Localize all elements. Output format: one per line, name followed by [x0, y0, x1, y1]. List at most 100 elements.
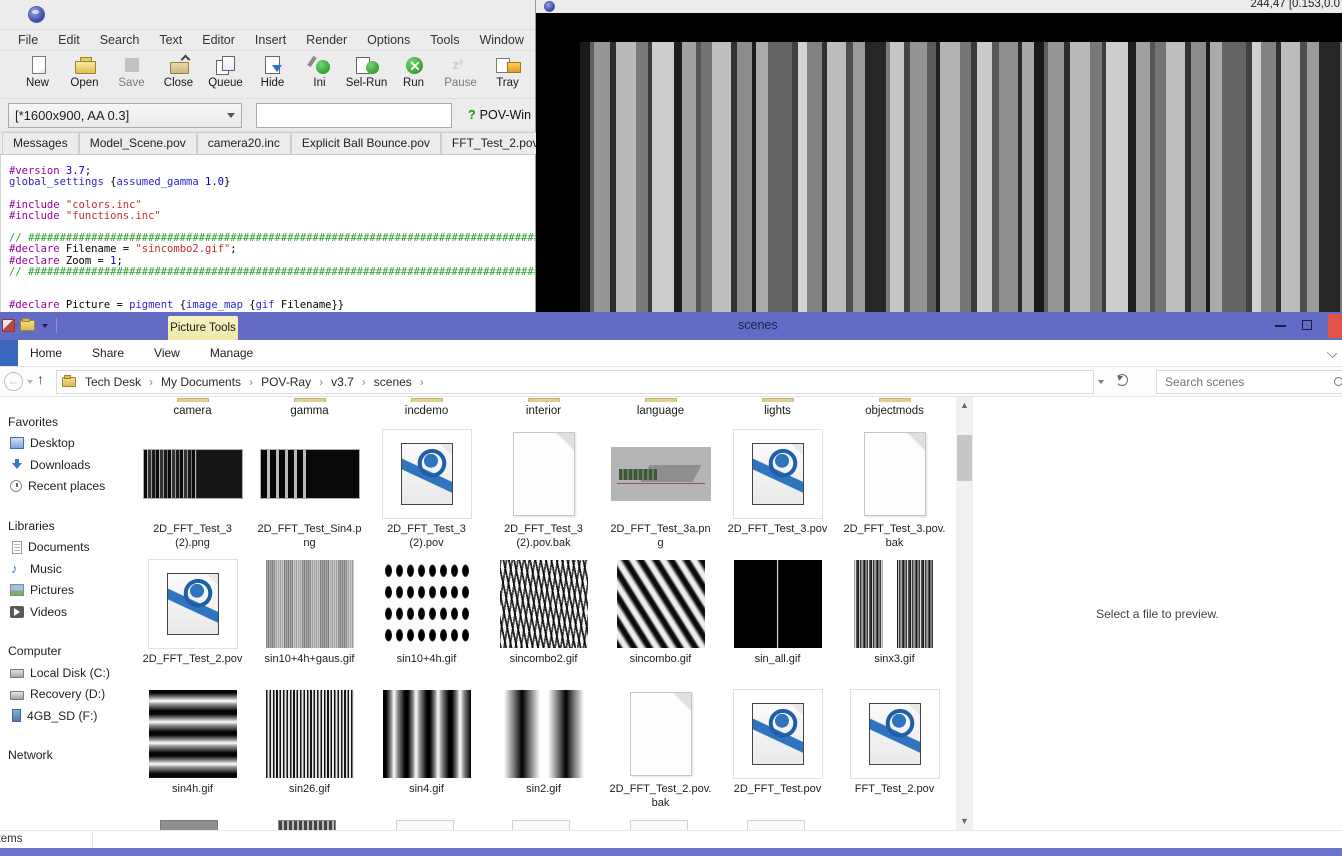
menu-item[interactable]: Window [469, 33, 533, 47]
sidebar-item[interactable]: Favorites [0, 411, 120, 433]
toolbar-button[interactable]: Queue [202, 53, 249, 89]
toolbar-button[interactable]: Tray [484, 53, 531, 89]
file-item[interactable]: sin10+4h+gaus.gif [251, 557, 368, 687]
breadcrumb-item[interactable]: My Documents [159, 375, 259, 389]
toolbar-button[interactable]: Pause [437, 53, 484, 89]
folder-item[interactable]: language [602, 397, 719, 417]
sidebar-item[interactable]: 4GB_SD (F:) [0, 705, 120, 727]
editor-code[interactable]: #version 3.7;global_settings {assumed_ga… [1, 155, 535, 312]
resolution-dropdown[interactable]: [*1600x900, AA 0.3] [8, 103, 242, 128]
file-item[interactable]: FFT_Test_2.pov [836, 687, 953, 817]
close-button[interactable] [1328, 314, 1342, 338]
breadcrumb-item[interactable]: POV-Ray [259, 375, 329, 389]
quick-access-folder-icon[interactable] [20, 320, 35, 331]
editor-tab[interactable]: camera20.inc [197, 132, 291, 154]
toolbar-button[interactable]: Hide [249, 53, 296, 89]
sidebar-item[interactable]: Network [0, 745, 120, 767]
history-chevron-icon[interactable] [27, 380, 33, 387]
minimize-button[interactable] [1275, 325, 1286, 327]
file-item[interactable]: sinx3.gif [836, 557, 953, 687]
toolbar-button[interactable]: New [14, 53, 61, 89]
menu-item[interactable]: Text [149, 33, 192, 47]
file-item[interactable]: 2D_FFT_Test_3 (2).png [134, 427, 251, 557]
povray-editor[interactable]: #version 3.7;global_settings {assumed_ga… [0, 155, 535, 312]
file-item[interactable]: sin26.gif [251, 687, 368, 817]
folder-item[interactable]: interior [485, 397, 602, 417]
file-item[interactable]: 2D_FFT_Test_3 (2).pov [368, 427, 485, 557]
address-dropdown-chevron-icon[interactable] [1098, 380, 1104, 387]
breadcrumb-item[interactable]: Tech Desk [83, 375, 159, 389]
file-item[interactable]: sin_all.gif [719, 557, 836, 687]
file-item[interactable]: 2D_FFT_Test_2.pov [134, 557, 251, 687]
menu-item[interactable]: Editor [192, 33, 245, 47]
ribbon-tab[interactable]: Share [90, 341, 126, 365]
up-button[interactable]: ↑ [37, 371, 44, 387]
menu-item[interactable]: File [8, 33, 48, 47]
folder-item[interactable]: incdemo [368, 397, 485, 417]
file-item[interactable]: 2D_FFT_Test_3.pov [719, 427, 836, 557]
menu-item[interactable]: Search [90, 33, 150, 47]
file-item[interactable]: sin10+4h.gif [368, 557, 485, 687]
breadcrumb-item[interactable]: v3.7 [329, 375, 372, 389]
file-item[interactable]: 2D_FFT_Test_3.pov.bak [836, 427, 953, 557]
menu-item[interactable]: Options [357, 33, 420, 47]
editor-tab[interactable]: FFT_Test_2.pov [441, 132, 550, 154]
file-item[interactable]: 2D_FFT_Test_2.pov.bak [602, 687, 719, 817]
editor-tab[interactable]: Explicit Ball Bounce.pov [291, 132, 441, 154]
sidebar-item[interactable]: Downloads [0, 454, 120, 476]
menu-item[interactable]: Edit [48, 33, 90, 47]
search-input[interactable] [1163, 374, 1313, 390]
menu-item[interactable]: Tools [420, 33, 469, 47]
address-breadcrumb-field[interactable]: Tech Desk My Documents POV-Ray v3.7 scen… [56, 370, 1094, 394]
sidebar-item[interactable]: Recovery (D:) [0, 684, 120, 706]
file-item[interactable]: sincombo.gif [602, 557, 719, 687]
file-item[interactable]: sin4h.gif [134, 687, 251, 817]
folder-item[interactable]: objectmods [836, 397, 953, 417]
sidebar-item[interactable]: Recent places [0, 476, 120, 498]
refresh-icon[interactable] [1116, 374, 1128, 386]
quick-access-chevron-icon[interactable] [42, 324, 48, 331]
folder-item[interactable]: camera [134, 397, 251, 417]
toolbar-button[interactable]: Sel-Run [343, 53, 390, 89]
file-item[interactable]: 2D_FFT_Test_3a.png [602, 427, 719, 557]
toolbar-button[interactable]: Close [155, 53, 202, 89]
sidebar-item[interactable]: Music [0, 558, 120, 580]
scrollbar-down-arrow-icon[interactable]: ▼ [956, 813, 973, 830]
ribbon-tab[interactable]: Home [28, 341, 64, 365]
picture-tools-contextual-tab[interactable]: Picture Tools [168, 316, 238, 340]
file-item[interactable]: 2D_FFT_Test_3 (2).pov.bak [485, 427, 602, 557]
sidebar-item[interactable]: Documents [0, 537, 120, 559]
file-item[interactable]: 2D_FFT_Test.pov [719, 687, 836, 817]
sidebar-item[interactable]: Local Disk (C:) [0, 662, 120, 684]
command-line-input[interactable] [256, 103, 452, 128]
menu-item[interactable]: Render [296, 33, 357, 47]
file-item[interactable]: sincombo2.gif [485, 557, 602, 687]
search-box[interactable] [1156, 370, 1342, 394]
folder-item[interactable]: gamma [251, 397, 368, 417]
file-item[interactable]: sin4.gif [368, 687, 485, 817]
toolbar-button[interactable]: Run [390, 53, 437, 89]
sidebar-item[interactable]: Videos [0, 601, 120, 623]
ribbon-tab[interactable]: View [152, 341, 182, 365]
maximize-button[interactable] [1302, 320, 1312, 330]
povwin-help[interactable]: ?POV-Win [468, 108, 531, 122]
back-button[interactable]: ← [4, 372, 23, 391]
toolbar-button[interactable]: Save [108, 53, 155, 89]
sidebar-item[interactable]: Pictures [0, 580, 120, 602]
ribbon-expand-chevron-icon[interactable] [1327, 348, 1337, 358]
toolbar-button[interactable]: Open [61, 53, 108, 89]
folder-item[interactable]: lights [719, 397, 836, 417]
sidebar-item[interactable]: Computer [0, 641, 120, 663]
toolbar-button[interactable]: Ini [296, 53, 343, 89]
scrollbar-up-arrow-icon[interactable]: ▲ [956, 397, 973, 414]
editor-tab[interactable]: Model_Scene.pov [79, 132, 197, 154]
sidebar-item[interactable]: Libraries [0, 515, 120, 537]
file-menu-tab[interactable] [0, 340, 18, 366]
file-item[interactable]: sin2.gif [485, 687, 602, 817]
ribbon-tab[interactable]: Manage [208, 341, 255, 365]
editor-tab[interactable]: Messages [2, 132, 79, 154]
menu-item[interactable]: Insert [245, 33, 296, 47]
file-item[interactable]: 2D_FFT_Test_Sin4.png [251, 427, 368, 557]
vertical-scrollbar[interactable]: ▲ ▼ [956, 397, 973, 830]
breadcrumb-item[interactable]: scenes [372, 375, 430, 389]
